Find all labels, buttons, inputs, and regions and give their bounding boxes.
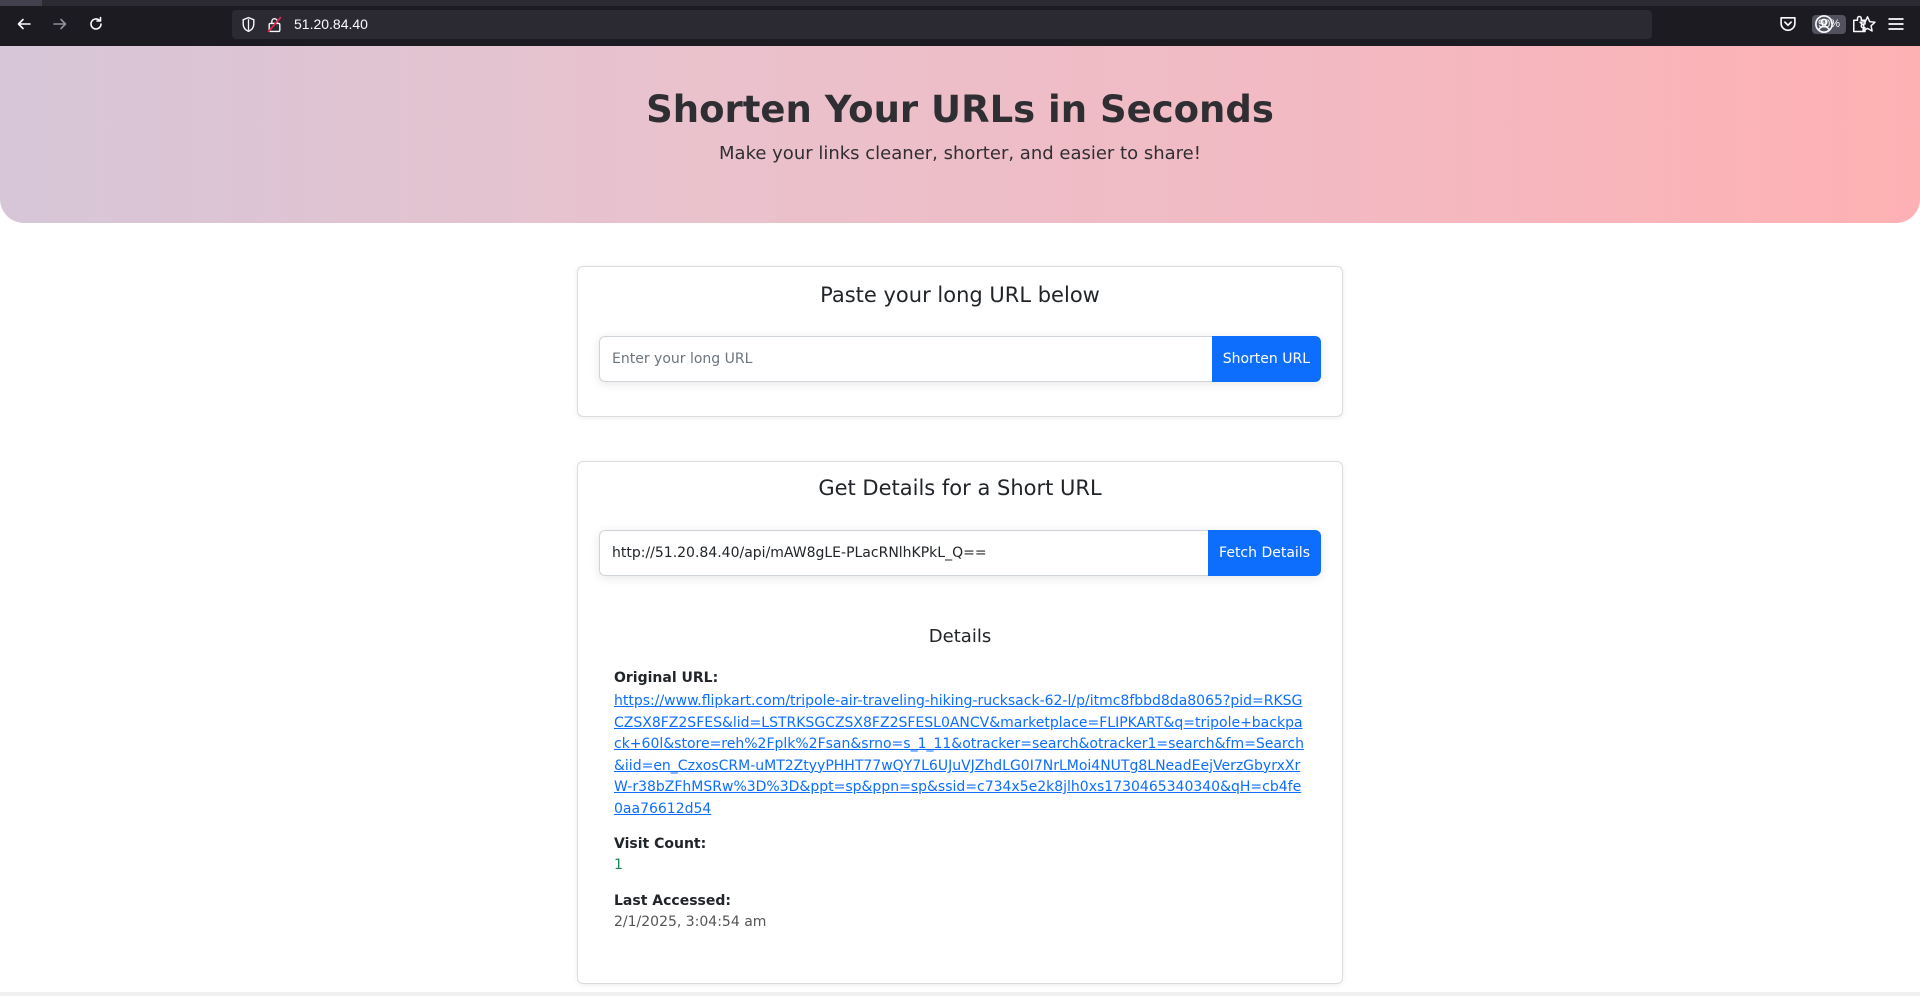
url-text[interactable]: 51.20.84.40 — [294, 16, 368, 32]
long-url-input[interactable] — [599, 336, 1212, 382]
short-url-input[interactable] — [599, 530, 1209, 576]
shorten-input-group: Shorten URL — [599, 336, 1321, 382]
reload-button[interactable] — [85, 13, 107, 35]
tracking-protection-shield-icon[interactable] — [240, 16, 257, 33]
pocket-icon[interactable] — [1778, 14, 1798, 34]
page-bottom-edge — [0, 992, 1920, 996]
visit-count-label: Visit Count: — [614, 836, 707, 852]
fetch-details-button[interactable]: Fetch Details — [1208, 530, 1321, 576]
url-details-card: Get Details for a Short URL Fetch Detail… — [577, 461, 1343, 984]
original-url-label: Original URL: — [614, 670, 719, 686]
forward-button[interactable] — [49, 13, 71, 35]
insecure-lock-icon[interactable] — [267, 16, 282, 33]
address-bar[interactable]: 51.20.84.40 90% — [232, 10, 1876, 39]
back-arrow-icon — [17, 18, 31, 30]
original-url-link[interactable]: https://www.flipkart.com/tripole-air-tra… — [614, 691, 1308, 821]
shorten-url-button[interactable]: Shorten URL — [1211, 336, 1321, 382]
last-accessed-label: Last Accessed: — [614, 893, 731, 909]
visit-count-value: 1 — [614, 857, 623, 873]
browser-toolbar: 51.20.84.40 90% — [0, 0, 1920, 46]
tab-strip — [0, 0, 1920, 6]
extensions-puzzle-icon[interactable] — [1850, 14, 1870, 34]
forward-arrow-icon — [53, 18, 67, 30]
details-card-title: Get Details for a Short URL — [818, 476, 1102, 500]
shorten-url-card: Paste your long URL below Shorten URL — [577, 266, 1343, 417]
shorten-card-title: Paste your long URL below — [820, 283, 1100, 307]
back-button[interactable] — [13, 13, 35, 35]
last-accessed-value: 2/1/2025, 3:04:54 am — [614, 914, 767, 930]
hero-subtitle: Make your links cleaner, shorter, and ea… — [719, 143, 1201, 164]
account-icon[interactable] — [1814, 14, 1834, 34]
active-tab-indicator[interactable] — [0, 0, 42, 6]
details-input-group: Fetch Details — [599, 530, 1321, 576]
details-heading: Details — [928, 626, 992, 647]
hero-banner: Shorten Your URLs in Seconds Make your l… — [0, 46, 1920, 223]
menu-hamburger-icon[interactable] — [1886, 14, 1906, 34]
hero-title: Shorten Your URLs in Seconds — [646, 88, 1274, 131]
reload-icon — [90, 16, 102, 30]
